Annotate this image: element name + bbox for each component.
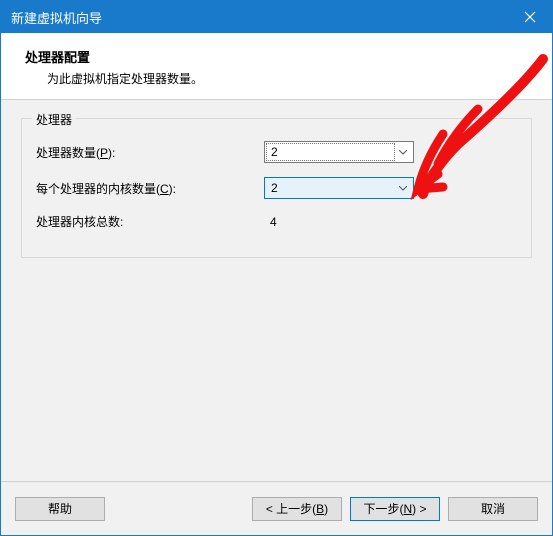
wizard-footer: 帮助 < 上一步(B) 下一步(N) > 取消	[1, 481, 552, 535]
label-processors: 处理器数量(P):	[36, 144, 264, 161]
cores-select[interactable]: 2	[264, 177, 414, 199]
processors-select[interactable]: 2	[264, 141, 414, 163]
label-total: 处理器内核总数:	[36, 213, 264, 230]
processors-value: 2	[271, 145, 278, 159]
back-button[interactable]: < 上一步(B)	[252, 497, 342, 521]
row-total: 处理器内核总数: 4	[36, 213, 517, 230]
content-area: 处理器 处理器数量(P): 2 每个处理器的内核数量(C):	[1, 100, 552, 481]
label-cores: 每个处理器的内核数量(C):	[36, 180, 264, 197]
close-icon	[524, 11, 536, 23]
cancel-button[interactable]: 取消	[448, 497, 538, 521]
chevron-down-icon	[395, 186, 411, 191]
fieldset-legend: 处理器	[32, 111, 76, 128]
total-value: 4	[264, 215, 277, 229]
chevron-down-icon	[395, 150, 411, 155]
processors-fieldset: 处理器 处理器数量(P): 2 每个处理器的内核数量(C):	[21, 118, 532, 258]
row-cores: 每个处理器的内核数量(C): 2	[36, 177, 517, 199]
wizard-window: 新建虚拟机向导 处理器配置 为此虚拟机指定处理器数量。 处理器 处理器数量(P)…	[0, 0, 553, 536]
row-processors: 处理器数量(P): 2	[36, 141, 517, 163]
titlebar: 新建虚拟机向导	[1, 1, 552, 33]
wizard-header: 处理器配置 为此虚拟机指定处理器数量。	[1, 33, 552, 100]
page-subtitle: 为此虚拟机指定处理器数量。	[25, 70, 528, 87]
window-title: 新建虚拟机向导	[11, 8, 508, 27]
cores-value: 2	[271, 181, 278, 195]
page-title: 处理器配置	[25, 47, 528, 66]
help-button[interactable]: 帮助	[15, 497, 105, 521]
close-button[interactable]	[508, 1, 552, 33]
next-button[interactable]: 下一步(N) >	[350, 497, 440, 521]
